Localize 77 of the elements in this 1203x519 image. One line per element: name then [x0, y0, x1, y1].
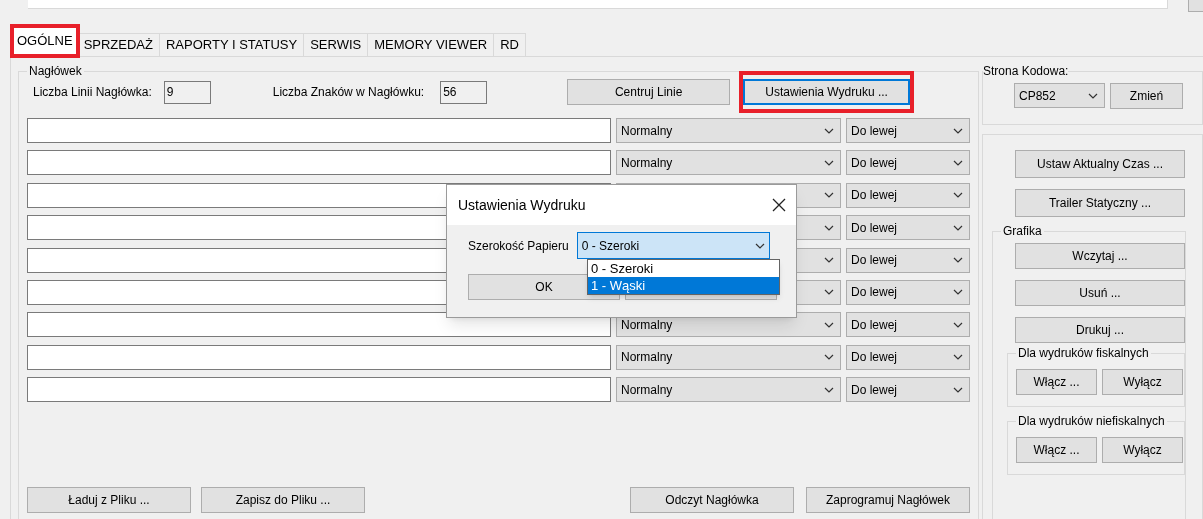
dropdown[interactable]: Do lewej	[846, 344, 970, 370]
chevron-down-icon	[824, 321, 834, 328]
dropdown[interactable]: Do lewej	[846, 377, 970, 403]
dropdown[interactable]: 0 - Szeroki	[576, 232, 770, 259]
button[interactable]: Wczytaj ...	[1015, 243, 1185, 269]
chevron-down-icon	[754, 242, 765, 249]
group-title: Grafika	[1002, 225, 1043, 237]
dialog-title: Ustawienia Wydruku	[458, 195, 586, 215]
chevron-down-icon	[824, 224, 834, 231]
field-label: Liczba Linii Nagłówka:	[33, 84, 152, 101]
dropdown[interactable]: Do lewej	[846, 118, 970, 143]
button[interactable]: Zaprogramuj Nagłówek	[806, 487, 970, 514]
field-label: Szerokość Papieru	[468, 237, 569, 255]
dropdown[interactable]: Normalny	[616, 344, 841, 370]
group-title: Nagłówek	[28, 65, 83, 77]
button[interactable]: Wyłącz	[1102, 437, 1183, 463]
field-label: Liczba Znaków w Nagłówku:	[272, 84, 425, 101]
dropdown[interactable]: Do lewej	[846, 312, 970, 338]
dropdown[interactable]: CP852	[1014, 83, 1105, 108]
chevron-down-icon	[953, 289, 963, 296]
dropdown[interactable]: Do lewej	[846, 182, 970, 208]
chevron-down-icon	[824, 289, 834, 296]
group-title: Dla wydruków niefiskalnych	[1017, 415, 1166, 427]
tab[interactable]: SPRZEDAŻ	[77, 33, 160, 56]
button[interactable]: Trailer Statyczny ...	[1015, 189, 1185, 217]
chevron-down-icon	[953, 354, 963, 361]
button[interactable]: Ustaw Aktualny Czas ...	[1015, 150, 1185, 178]
tab[interactable]: SERWIS	[304, 33, 369, 56]
group-title: Dla wydruków fiskalnych	[1017, 347, 1150, 359]
chevron-down-icon	[824, 257, 834, 264]
dropdown[interactable]: Do lewej	[846, 215, 970, 241]
dropdown[interactable]: Normalny	[616, 377, 841, 403]
button[interactable]: Ustawienia Wydruku ...	[743, 79, 911, 105]
input-field[interactable]	[27, 150, 611, 176]
button[interactable]: Usuń ...	[1015, 280, 1185, 306]
group-title: Strona Kodowa:	[983, 65, 1069, 77]
chevron-down-icon	[953, 159, 963, 166]
panel-edge	[1188, 0, 1203, 12]
chevron-down-icon	[824, 354, 834, 361]
dropdown-option[interactable]: 0 - Szeroki	[588, 260, 779, 277]
dropdown[interactable]: Normalny	[616, 150, 841, 176]
button[interactable]: Zapisz do Pliku ...	[201, 487, 365, 514]
button[interactable]: Centruj Linie	[567, 79, 731, 105]
chevron-down-icon	[953, 224, 963, 231]
chevron-down-icon	[824, 159, 834, 166]
button[interactable]: Drukuj ...	[1015, 317, 1185, 343]
chevron-down-icon	[1088, 92, 1098, 99]
input-field[interactable]	[27, 344, 611, 370]
button[interactable]: Włącz ...	[1016, 437, 1097, 463]
button[interactable]: Wyłącz	[1102, 369, 1183, 395]
input-field[interactable]	[27, 118, 611, 143]
dropdown[interactable]: Do lewej	[846, 279, 970, 305]
chevron-down-icon	[824, 127, 834, 134]
chevron-down-icon	[824, 386, 834, 393]
chevron-down-icon	[953, 386, 963, 393]
input-field[interactable]	[27, 377, 611, 403]
input-field[interactable]	[27, 312, 611, 338]
dropdown[interactable]: Normalny	[616, 118, 841, 143]
chevron-down-icon	[953, 192, 963, 199]
button[interactable]: Ładuj z Pliku ...	[27, 487, 191, 514]
chevron-down-icon	[953, 257, 963, 264]
button[interactable]: Odczyt Nagłówka	[630, 487, 794, 514]
chevron-down-icon	[824, 192, 834, 199]
button[interactable]: Włącz ...	[1016, 369, 1097, 395]
chevron-down-icon	[953, 321, 963, 328]
dropdown[interactable]: Do lewej	[846, 247, 970, 273]
tab[interactable]: RAPORTY I STATUSY	[159, 33, 305, 56]
tab[interactable]: OGÓLNE	[12, 26, 78, 56]
input-field[interactable]: 9	[163, 80, 211, 104]
tab[interactable]: MEMORY VIEWER	[368, 33, 495, 56]
dropdown-option[interactable]: 1 - Wąski	[588, 277, 779, 294]
button[interactable]: Zmień	[1110, 83, 1183, 109]
input-field[interactable]: 56	[440, 80, 488, 104]
chevron-down-icon	[953, 127, 963, 134]
tab[interactable]: RD	[494, 33, 526, 56]
close-icon[interactable]	[772, 198, 786, 212]
dropdown[interactable]: Do lewej	[846, 150, 970, 176]
